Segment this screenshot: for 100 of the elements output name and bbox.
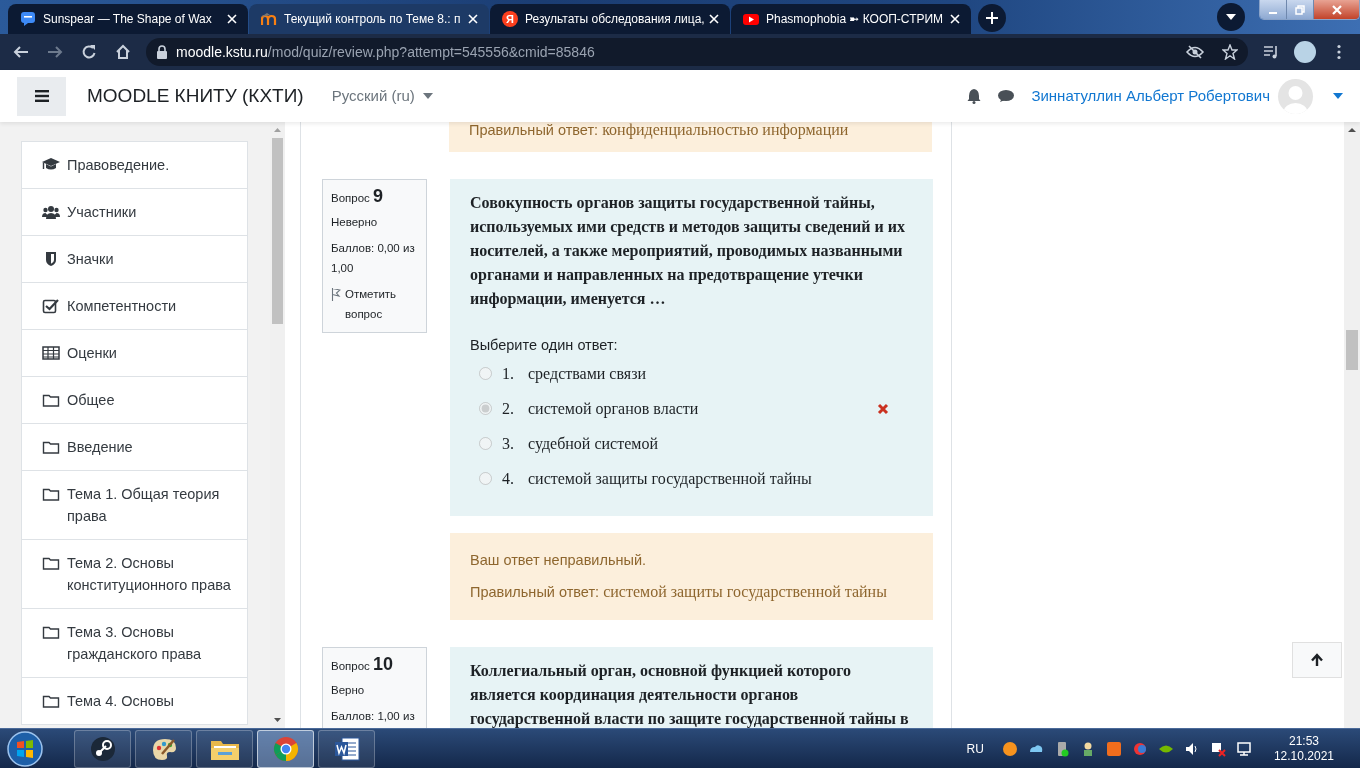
reload-icon xyxy=(81,44,97,60)
answer-number: 2. xyxy=(502,398,515,419)
folder-icon xyxy=(42,392,60,408)
site-name[interactable]: MOODLE КНИТУ (КХТИ) xyxy=(87,81,304,111)
tray-app-icon xyxy=(1131,740,1148,757)
question-number: Вопрос 9 xyxy=(331,186,385,208)
back-to-top-button[interactable] xyxy=(1292,642,1342,678)
question-status: Неверно xyxy=(331,215,379,230)
flag-icon xyxy=(331,287,341,301)
hamburger-icon xyxy=(34,90,49,102)
tray-app-icon xyxy=(1209,740,1226,757)
minimize-button[interactable] xyxy=(1260,0,1287,19)
caret-icon xyxy=(422,93,433,99)
tray-app-icon xyxy=(1235,740,1252,757)
nav-item[interactable]: Значки xyxy=(22,236,247,283)
nav-item[interactable]: Оценки xyxy=(22,330,247,377)
users-icon xyxy=(42,204,60,220)
document-icon xyxy=(333,735,360,762)
minimize-icon xyxy=(1269,11,1277,14)
user-menu-toggle[interactable] xyxy=(1333,93,1343,99)
scrollbar-thumb[interactable] xyxy=(1346,330,1358,370)
tray-app-icon xyxy=(1105,740,1122,757)
scrollbar[interactable] xyxy=(1344,122,1360,728)
start-orb-icon xyxy=(6,729,44,768)
flag-question-link[interactable]: Отметить вопрос xyxy=(331,284,422,324)
folder-icon xyxy=(42,555,60,571)
kebab-menu-icon xyxy=(1337,44,1341,60)
new-tab-button[interactable] xyxy=(978,4,1006,32)
menu-toggle-button[interactable] xyxy=(17,76,66,116)
input-language[interactable]: RU xyxy=(966,739,984,758)
nav-item[interactable]: Компетентности xyxy=(22,283,247,330)
circle-logo-icon xyxy=(89,735,116,762)
close-icon xyxy=(1330,3,1343,16)
forward-arrow-icon xyxy=(47,44,63,60)
language-menu[interactable]: Русский (ru) xyxy=(331,84,433,108)
arrow-down-icon[interactable] xyxy=(274,718,281,722)
taskbar-button[interactable] xyxy=(74,729,131,768)
browser-tab[interactable]: Phasmophobia ➼ КООП-СТРИМ xyxy=(731,4,971,34)
question-number: Вопрос 10 xyxy=(331,654,395,676)
arrow-up-icon[interactable] xyxy=(1348,128,1356,132)
nav-item[interactable]: Общее xyxy=(22,377,247,424)
taskbar-button[interactable] xyxy=(318,729,375,768)
question-status: Верно xyxy=(331,683,366,698)
notifications-button[interactable] xyxy=(967,88,982,104)
nav-item[interactable]: Тема 2. Основы конституционного права xyxy=(22,540,247,609)
scrollbar-thumb[interactable] xyxy=(272,138,283,324)
nav-item[interactable]: Введение xyxy=(22,424,247,471)
question-grade: Баллов: 1,00 из xyxy=(331,709,416,724)
arrow-up-icon xyxy=(1310,653,1324,667)
answer-text: средствами связи xyxy=(528,363,647,385)
taskbar-button[interactable] xyxy=(135,729,192,768)
tray-icon[interactable] xyxy=(1001,740,1018,757)
correct-answer-text: Правильный ответ: конфиденциальностью информации xyxy=(469,122,849,138)
feedback-text: Ваш ответ неправильный. xyxy=(470,551,647,570)
plus-icon xyxy=(985,11,999,25)
taskbar-button[interactable] xyxy=(196,729,253,768)
nav-item[interactable]: Тема 4. Основы xyxy=(22,678,247,725)
checkbox-icon xyxy=(42,298,60,314)
messages-button[interactable] xyxy=(998,89,1015,103)
folder-icon xyxy=(42,693,60,709)
tray-icon[interactable] xyxy=(1209,740,1226,757)
answer-number: 3. xyxy=(502,433,515,454)
close-window-button[interactable] xyxy=(1314,0,1359,19)
back-arrow-icon xyxy=(13,44,29,60)
answer-prompt: Выберите один ответ: xyxy=(470,336,619,355)
start-button[interactable] xyxy=(6,729,44,768)
favicon: Я xyxy=(502,11,518,27)
caret-icon xyxy=(1333,93,1343,99)
browser-tab[interactable]: Sunspear — The Shape of Wax xyxy=(8,4,248,34)
answer-text: системой органов власти xyxy=(528,398,699,420)
folder-icon xyxy=(42,486,60,502)
user-name[interactable]: Зиннатуллин Альберт Робертович xyxy=(1031,84,1270,108)
nav-item[interactable]: Участники xyxy=(22,189,247,236)
restore-icon xyxy=(1295,4,1305,15)
nav-item[interactable]: Правоведение. xyxy=(22,142,247,189)
tray-app-icon xyxy=(1001,740,1018,757)
playlist-icon xyxy=(1263,45,1279,59)
star-icon xyxy=(1222,44,1238,60)
answer-number: 4. xyxy=(502,468,515,489)
folder-icon xyxy=(42,624,60,640)
profile-avatar[interactable] xyxy=(1294,41,1316,63)
browser-tab[interactable]: Текущий контроль по Теме 8.: п xyxy=(249,4,489,34)
chat-icon xyxy=(20,11,36,27)
nav-item[interactable]: Тема 1. Общая теория права xyxy=(22,471,247,540)
bell-icon xyxy=(967,88,982,104)
play-icon xyxy=(743,11,759,27)
clock[interactable]: 21:53 12.10.2021 xyxy=(1273,733,1334,764)
tray-icon[interactable] xyxy=(1235,740,1252,757)
question-text: Коллегиальный орган, основной функцией которого является координация деятельности органов государственной власти по защите государственной тайны в xyxy=(470,661,910,728)
home-icon xyxy=(115,44,131,60)
question-text: Совокупность органов защиты государственной тайны, используемых ими средств и методов защиты сведений и их носителей, а также мероприятий, проводимых названными органами и направленных на предотвращение утечки информации, именуется … xyxy=(470,193,906,310)
table-icon xyxy=(42,345,60,361)
moodle-logo-icon xyxy=(261,11,277,27)
correct-answer-text: Правильный ответ: системой защиты государственной тайны xyxy=(470,582,888,603)
nav-item[interactable]: Тема 3. Основы гражданского права xyxy=(22,609,247,678)
tab-search-button[interactable] xyxy=(1217,3,1245,31)
restore-button[interactable] xyxy=(1287,0,1314,19)
browser-logo-icon xyxy=(272,735,299,762)
address-bar[interactable]: moodle.kstu.ru/mod/quiz/review.php?attempt=545556&cmid=85846 xyxy=(146,38,1248,66)
browser-tab[interactable]: Я Результаты обследования лица, xyxy=(490,4,730,34)
